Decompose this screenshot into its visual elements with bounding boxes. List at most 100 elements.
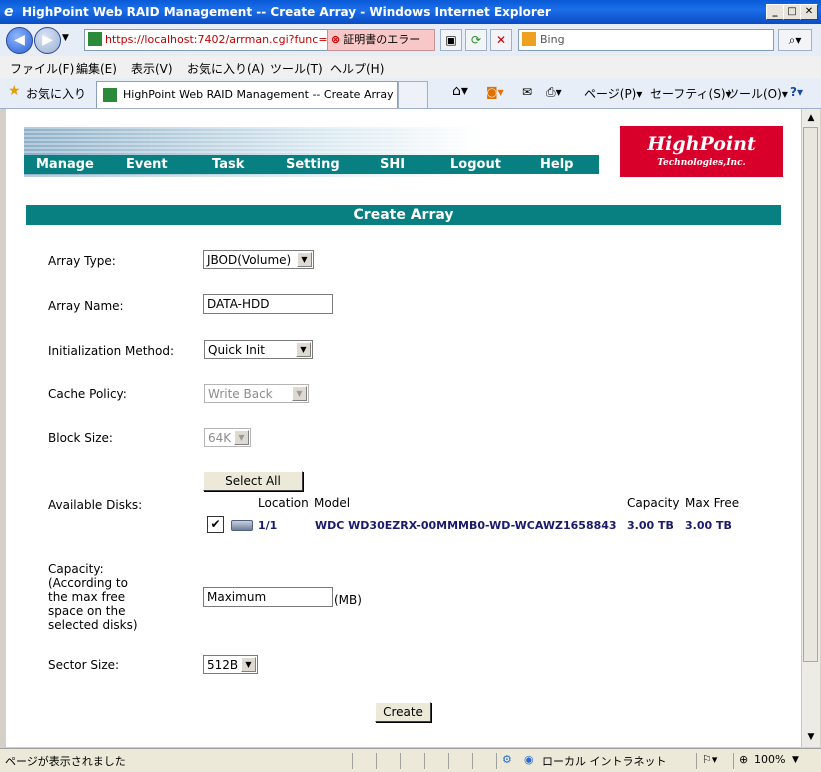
zoom-icon[interactable]: ⊕ (739, 753, 748, 766)
nav-help[interactable]: Help (540, 157, 573, 172)
init-method-label: Initialization Method: (48, 344, 175, 358)
menu-bar: ファイル(F) 編集(E) 表示(V) お気に入り(A) ツール(T) ヘルプ(… (0, 56, 821, 79)
forward-button[interactable]: ▶ (34, 27, 61, 54)
zone-text: ローカル イントラネット (542, 755, 667, 768)
nav-setting[interactable]: Setting (286, 157, 340, 172)
sector-size-select[interactable]: 512B ▼ (203, 655, 258, 674)
menu-file[interactable]: ファイル(F) (10, 60, 74, 77)
select-all-button[interactable]: Select All (203, 471, 303, 491)
safety-menu[interactable]: セーフティ(S)▾ (650, 85, 732, 102)
zone-settings-icon[interactable]: ⚐▾ (702, 753, 717, 766)
ie-logo-icon: e (4, 4, 14, 20)
favorites-button[interactable]: お気に入り (26, 85, 86, 102)
menu-help[interactable]: ヘルプ(H) (330, 60, 384, 77)
disk-header-max-free: Max Free (685, 496, 740, 510)
disk-max-free: 3.00 TB (685, 519, 732, 532)
capacity-label-line: space on the (48, 604, 126, 618)
cache-policy-select: Write Back ▼ (204, 384, 309, 403)
mail-icon[interactable]: ✉ (522, 85, 532, 99)
new-tab-button[interactable] (398, 81, 428, 109)
search-placeholder: Bing (540, 33, 565, 46)
close-window-button[interactable]: ✕ (800, 4, 818, 20)
certificate-error-badge[interactable]: ⊗ 証明書のエラー (327, 29, 435, 51)
page-title: Create Array (26, 205, 781, 225)
tools-menu[interactable]: ツール(O)▾ (727, 85, 788, 102)
bing-icon (522, 32, 536, 46)
zoom-dropdown-icon[interactable]: ▼ (792, 755, 799, 765)
scroll-down-icon[interactable]: ▼ (803, 729, 819, 745)
capacity-label: Capacity: (According to the max free spa… (48, 562, 138, 632)
search-input[interactable]: Bing (518, 29, 774, 51)
help-icon[interactable]: ?▾ (790, 85, 803, 99)
window-title-bar[interactable]: e HighPoint Web RAID Management -- Creat… (0, 0, 821, 24)
chevron-down-icon: ▼ (234, 430, 249, 445)
capacity-label-line: (According to (48, 576, 128, 590)
capacity-unit: (MB) (334, 593, 362, 607)
zoom-level[interactable]: 100% (754, 753, 785, 766)
page-content: Manage Event Task Setting SHI Logout Hel… (6, 109, 801, 747)
compatibility-view-icon[interactable]: ▣ (440, 29, 462, 51)
cache-policy-value: Write Back (208, 387, 273, 401)
tab-favicon-icon (103, 88, 117, 102)
menu-favorites[interactable]: お気に入り(A) (187, 60, 265, 77)
block-size-select: 64K ▼ (204, 428, 251, 447)
tab-create-array[interactable]: HighPoint Web RAID Management -- Create … (96, 81, 398, 108)
page-menu[interactable]: ページ(P)▾ (584, 85, 642, 102)
nav-shi[interactable]: SHI (380, 157, 405, 172)
home-icon[interactable]: ⌂▾ (452, 83, 468, 99)
array-name-label: Array Name: (48, 299, 124, 313)
tools-menu-label: ツール(O) (727, 87, 782, 101)
disk-location: 1/1 (258, 519, 278, 532)
disk-checkbox[interactable]: ✔ (207, 516, 224, 533)
chevron-down-icon: ▼ (292, 386, 307, 401)
nav-manage[interactable]: Manage (36, 157, 94, 172)
menu-tools[interactable]: ツール(T) (270, 60, 323, 77)
shield-warning-icon: ⊗ (331, 33, 341, 46)
init-method-select[interactable]: Quick Init ▼ (204, 340, 313, 359)
tab-row: ★ お気に入り HighPoint Web RAID Management --… (0, 78, 821, 109)
menu-view[interactable]: 表示(V) (131, 60, 173, 77)
init-method-value: Quick Init (208, 343, 265, 357)
search-button[interactable]: ⌕▾ (778, 29, 812, 51)
protected-mode-icon: ⚙ (502, 753, 512, 766)
refresh-icon[interactable]: ⟳ (465, 29, 487, 51)
scroll-up-icon[interactable]: ▲ (803, 110, 819, 126)
address-bar[interactable]: https://localhost:7402/arrman.cgi?func= (84, 29, 328, 51)
menu-edit[interactable]: 編集(E) (76, 60, 117, 77)
print-icon[interactable]: ⎙▾ (546, 85, 562, 100)
back-button[interactable]: ◀ (6, 27, 33, 54)
disk-header-capacity: Capacity (627, 496, 680, 510)
nav-event[interactable]: Event (126, 157, 168, 172)
block-size-label: Block Size: (48, 431, 113, 445)
sector-size-label: Sector Size: (48, 658, 120, 672)
minimize-button[interactable]: _ (766, 4, 784, 20)
rss-feed-icon[interactable]: ◙▾ (486, 85, 504, 99)
chevron-down-icon: ▼ (241, 657, 256, 672)
create-button[interactable]: Create (375, 702, 431, 722)
scroll-thumb[interactable] (803, 127, 818, 662)
tab-title: HighPoint Web RAID Management -- Create … (123, 88, 394, 101)
array-type-label: Array Type: (48, 254, 116, 268)
page-menu-label: ページ(P) (584, 87, 637, 101)
vertical-scrollbar[interactable]: ▲ ▼ (801, 109, 820, 747)
array-name-input[interactable]: DATA-HDD (203, 294, 333, 314)
cache-policy-label: Cache Policy: (48, 387, 127, 401)
capacity-input[interactable]: Maximum (203, 587, 333, 607)
safety-menu-label: セーフティ(S) (650, 87, 726, 101)
stop-icon[interactable]: ✕ (490, 29, 512, 51)
nav-task[interactable]: Task (212, 157, 244, 172)
capacity-label-line: the max free (48, 590, 126, 604)
array-type-select[interactable]: JBOD(Volume) ▼ (203, 250, 314, 269)
nav-logout[interactable]: Logout (450, 157, 501, 172)
favorites-star-icon: ★ (8, 83, 21, 99)
chevron-down-icon: ▼ (297, 252, 312, 267)
logo-subtitle: Technologies,Inc. (657, 158, 746, 168)
disk-capacity: 3.00 TB (627, 519, 674, 532)
chevron-down-icon: ▼ (296, 342, 311, 357)
maximize-button[interactable]: □ (783, 4, 801, 20)
capacity-label-line: Capacity: (48, 562, 104, 576)
capacity-label-line: selected disks) (48, 618, 138, 632)
history-dropdown-icon[interactable]: ▼ (62, 33, 69, 43)
main-nav: Manage Event Task Setting SHI Logout Hel… (24, 155, 599, 174)
status-bar: ページが表示されました ⚙ ◉ ローカル イントラネット ⚐▾ ⊕ 100% ▼ (0, 748, 821, 772)
